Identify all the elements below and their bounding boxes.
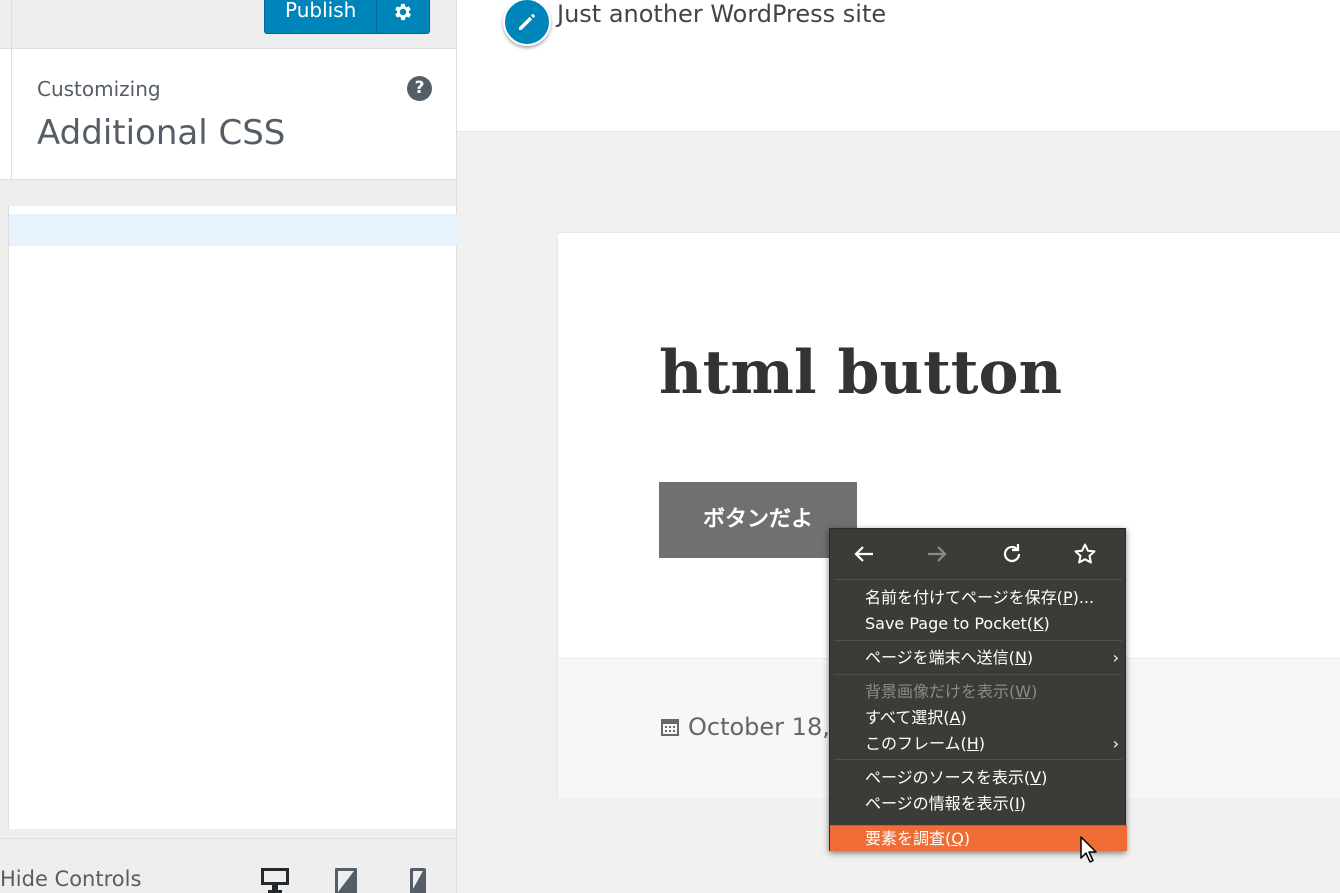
- label-post: ): [963, 829, 971, 848]
- accesskey: A: [949, 708, 961, 727]
- context-nav-row: [830, 529, 1127, 579]
- site-header: Just another WordPress site: [457, 0, 1340, 132]
- menu-item-save-page[interactable]: 名前を付けてページを保存(P)...: [830, 585, 1127, 611]
- site-tagline: Just another WordPress site: [557, 0, 887, 28]
- label-post: )...: [1072, 588, 1095, 607]
- accesskey: P: [1062, 588, 1073, 607]
- hide-controls-button[interactable]: Hide Controls: [0, 867, 141, 891]
- pencil-icon: [519, 14, 535, 30]
- label-pre: ページのソースを表示(: [865, 768, 1031, 787]
- menu-separator: [834, 640, 1122, 641]
- customizing-label: Customizing: [37, 77, 161, 101]
- label-pre: 名前を付けてページを保存(: [865, 588, 1063, 607]
- tablet-icon[interactable]: [332, 867, 362, 893]
- sidebar-header: Publish: [0, 0, 456, 49]
- menu-separator: [834, 579, 1122, 580]
- section-title: Additional CSS: [37, 113, 286, 153]
- menu-separator: [834, 759, 1122, 760]
- menu-item-this-frame[interactable]: このフレーム(H) ›: [830, 731, 1127, 757]
- menu-separator: [834, 674, 1122, 675]
- back-icon[interactable]: [850, 541, 878, 567]
- menu-item-send-to-device[interactable]: ページを端末へ送信(N) ›: [830, 645, 1127, 671]
- bookmark-icon[interactable]: [1071, 541, 1099, 567]
- menu-item-view-background-image: 背景画像だけを表示(W): [830, 679, 1127, 705]
- accesskey: V: [1030, 768, 1042, 787]
- customizer-sidebar: Publish Customizing Additional CSS ? Hid…: [0, 0, 457, 893]
- section-header: Customizing Additional CSS ?: [0, 49, 456, 180]
- mouse-cursor-icon: [1080, 836, 1097, 863]
- accesskey: W: [1015, 682, 1032, 701]
- publish-label: Publish: [285, 0, 357, 22]
- label-pre: 要素を調査(: [865, 829, 952, 848]
- context-menu: 名前を付けてページを保存(P)... Save Page to Pocket(K…: [829, 528, 1127, 851]
- submenu-arrow-icon: ›: [1112, 734, 1119, 753]
- label-post: ): [960, 708, 967, 727]
- post-html-button[interactable]: ボタンだよ: [659, 482, 857, 558]
- mobile-icon[interactable]: [408, 867, 438, 893]
- calendar-icon: [661, 719, 679, 736]
- menu-item-save-to-pocket[interactable]: Save Page to Pocket(K): [830, 611, 1127, 637]
- reload-icon[interactable]: [998, 541, 1026, 567]
- post-title[interactable]: html button: [659, 338, 1062, 408]
- forward-icon: [923, 541, 951, 567]
- label-pre: すべて選択(: [865, 708, 950, 727]
- accesskey: N: [1014, 648, 1027, 667]
- close-strip[interactable]: [0, 0, 12, 48]
- desktop-icon[interactable]: [260, 867, 290, 893]
- accesskey: H: [966, 734, 979, 753]
- publish-settings-button[interactable]: [376, 0, 429, 33]
- active-code-line: [9, 214, 457, 246]
- label-pre: Save Page to Pocket(: [865, 614, 1034, 633]
- submenu-arrow-icon: ›: [1112, 648, 1119, 667]
- post-date[interactable]: October 18,: [660, 713, 830, 741]
- label-pre: ページを端末へ送信(: [865, 648, 1015, 667]
- gear-icon: [395, 3, 412, 21]
- label-post: ): [1026, 648, 1034, 667]
- label-post: ): [1019, 794, 1026, 813]
- menu-item-page-info[interactable]: ページの情報を表示(I): [830, 791, 1127, 817]
- label-post: ): [1031, 682, 1038, 701]
- back-button[interactable]: [0, 49, 12, 179]
- accesskey: K: [1033, 614, 1044, 633]
- label-pre: ページの情報を表示(: [865, 794, 1015, 813]
- post-date-text: October 18,: [688, 713, 830, 741]
- sidebar-footer: Hide Controls: [0, 838, 456, 893]
- label-post: ): [1041, 768, 1048, 787]
- edit-shortcut-button[interactable]: [503, 0, 551, 46]
- menu-item-view-source[interactable]: ページのソースを表示(V): [830, 765, 1127, 791]
- label-pre: 背景画像だけを表示(: [865, 682, 1016, 701]
- help-icon[interactable]: ?: [407, 76, 432, 101]
- publish-button-group: Publish: [264, 0, 430, 34]
- label-pre: このフレーム(: [865, 734, 967, 753]
- label-post: ): [1043, 614, 1050, 633]
- publish-button[interactable]: Publish: [265, 0, 376, 33]
- css-code-editor[interactable]: [8, 206, 457, 829]
- menu-item-select-all[interactable]: すべて選択(A): [830, 705, 1127, 731]
- accesskey: Q: [951, 829, 964, 848]
- label-post: ): [978, 734, 986, 753]
